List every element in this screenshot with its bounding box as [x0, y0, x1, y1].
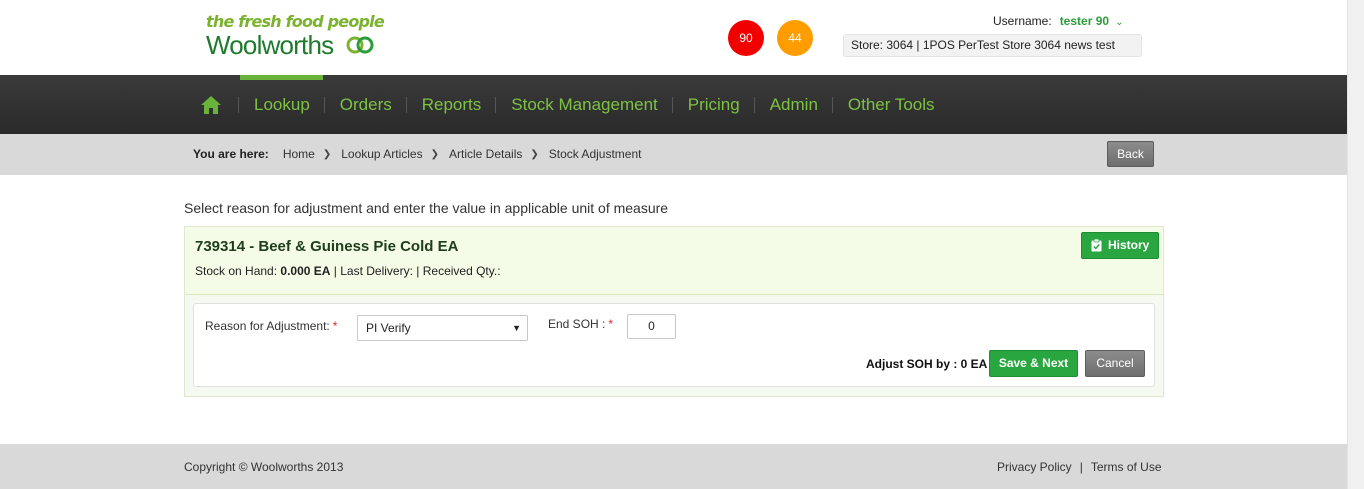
cancel-button[interactable]: Cancel	[1085, 350, 1145, 377]
end-soh-label: End SOH : *	[548, 317, 614, 331]
logo-tagline: the fresh food people	[206, 12, 385, 31]
breadcrumb-stock-adjustment: Stock Adjustment	[548, 147, 642, 161]
breadcrumb: You are here: Home ❯ Lookup Articles ❯ A…	[193, 147, 641, 161]
user-menu[interactable]: Username: tester 90 ⌄	[993, 14, 1125, 28]
chevron-right-icon: ❯	[430, 148, 439, 160]
meta-rest: | Last Delivery: | Received Qty.:	[333, 264, 501, 278]
store-selector[interactable]: Store: 3064 | 1POS PerTest Store 3064 ne…	[843, 34, 1142, 57]
dropdown-arrow-icon: ▼	[512, 323, 521, 333]
footer: Copyright © Woolworths 2013 Privacy Poli…	[0, 444, 1347, 489]
article-title: 739314 - Beef & Guiness Pie Cold EA	[195, 238, 459, 255]
header: the fresh food people Woolworths 90 44 U…	[0, 0, 1347, 75]
reason-selected: PI Verify	[366, 321, 411, 335]
article-header: 739314 - Beef & Guiness Pie Cold EA Stoc…	[185, 227, 1163, 295]
nav-item-other-tools[interactable]: Other Tools	[831, 95, 949, 115]
history-label: History	[1108, 238, 1150, 252]
page: the fresh food people Woolworths 90 44 U…	[0, 0, 1364, 489]
soh-value: 0.000 EA	[280, 264, 331, 278]
instruction-text: Select reason for adjustment and enter t…	[184, 200, 669, 216]
nav-item-lookup[interactable]: Lookup	[238, 95, 324, 115]
adjustment-form: Reason for Adjustment: * PI Verify ▼ End …	[193, 303, 1155, 387]
nav-list: Lookup Orders Reports Stock Management P…	[238, 75, 949, 134]
chevron-right-icon: ❯	[322, 148, 332, 160]
end-soh-input[interactable]: 0	[627, 314, 676, 339]
reason-select[interactable]: PI Verify ▼	[357, 315, 528, 341]
breadcrumb-prefix: You are here:	[193, 147, 269, 161]
woolworths-logo-icon	[346, 36, 374, 54]
terms-of-use-link[interactable]: Terms of Use	[1091, 460, 1162, 474]
woolworths-logo[interactable]: the fresh food people Woolworths	[206, 12, 385, 62]
nav-item-stock-management[interactable]: Stock Management	[495, 95, 671, 115]
history-button[interactable]: History	[1081, 232, 1159, 259]
reason-label: Reason for Adjustment: *	[205, 319, 338, 333]
copyright: Copyright © Woolworths 2013	[184, 460, 344, 474]
home-icon[interactable]	[200, 95, 222, 115]
chevron-down-icon[interactable]: ⌄	[1115, 17, 1125, 28]
adjust-soh-text: Adjust SOH by : 0 EA	[866, 357, 988, 371]
nav-item-orders[interactable]: Orders	[323, 95, 406, 115]
nav-item-admin[interactable]: Admin	[753, 95, 832, 115]
breadcrumb-lookup-articles[interactable]: Lookup Articles	[341, 147, 422, 161]
nav-item-reports[interactable]: Reports	[405, 95, 496, 115]
notification-badge-orange[interactable]: 44	[777, 20, 813, 56]
chevron-right-icon: ❯	[530, 148, 539, 160]
privacy-policy-link[interactable]: Privacy Policy	[997, 460, 1072, 474]
footer-links: Privacy Policy | Terms of Use	[997, 460, 1162, 474]
vertical-scrollbar[interactable]	[1347, 0, 1364, 489]
username-label: Username:	[993, 14, 1052, 28]
back-button[interactable]: Back	[1107, 141, 1154, 167]
breadcrumb-article-details[interactable]: Article Details	[449, 147, 522, 161]
nav-item-pricing[interactable]: Pricing	[671, 95, 754, 115]
clipboard-icon	[1091, 239, 1102, 252]
breadcrumb-home[interactable]: Home	[283, 147, 315, 161]
soh-label: Stock on Hand:	[195, 264, 278, 278]
notification-badge-red[interactable]: 90	[728, 20, 764, 56]
save-next-button[interactable]: Save & Next	[989, 350, 1078, 377]
article-meta: Stock on Hand: 0.000 EA | Last Delivery:…	[195, 264, 501, 278]
username[interactable]: tester 90	[1060, 14, 1109, 28]
adjustment-panel: 739314 - Beef & Guiness Pie Cold EA Stoc…	[184, 226, 1164, 397]
logo-brand: Woolworths	[206, 30, 334, 60]
main-nav: Lookup Orders Reports Stock Management P…	[0, 75, 1347, 134]
